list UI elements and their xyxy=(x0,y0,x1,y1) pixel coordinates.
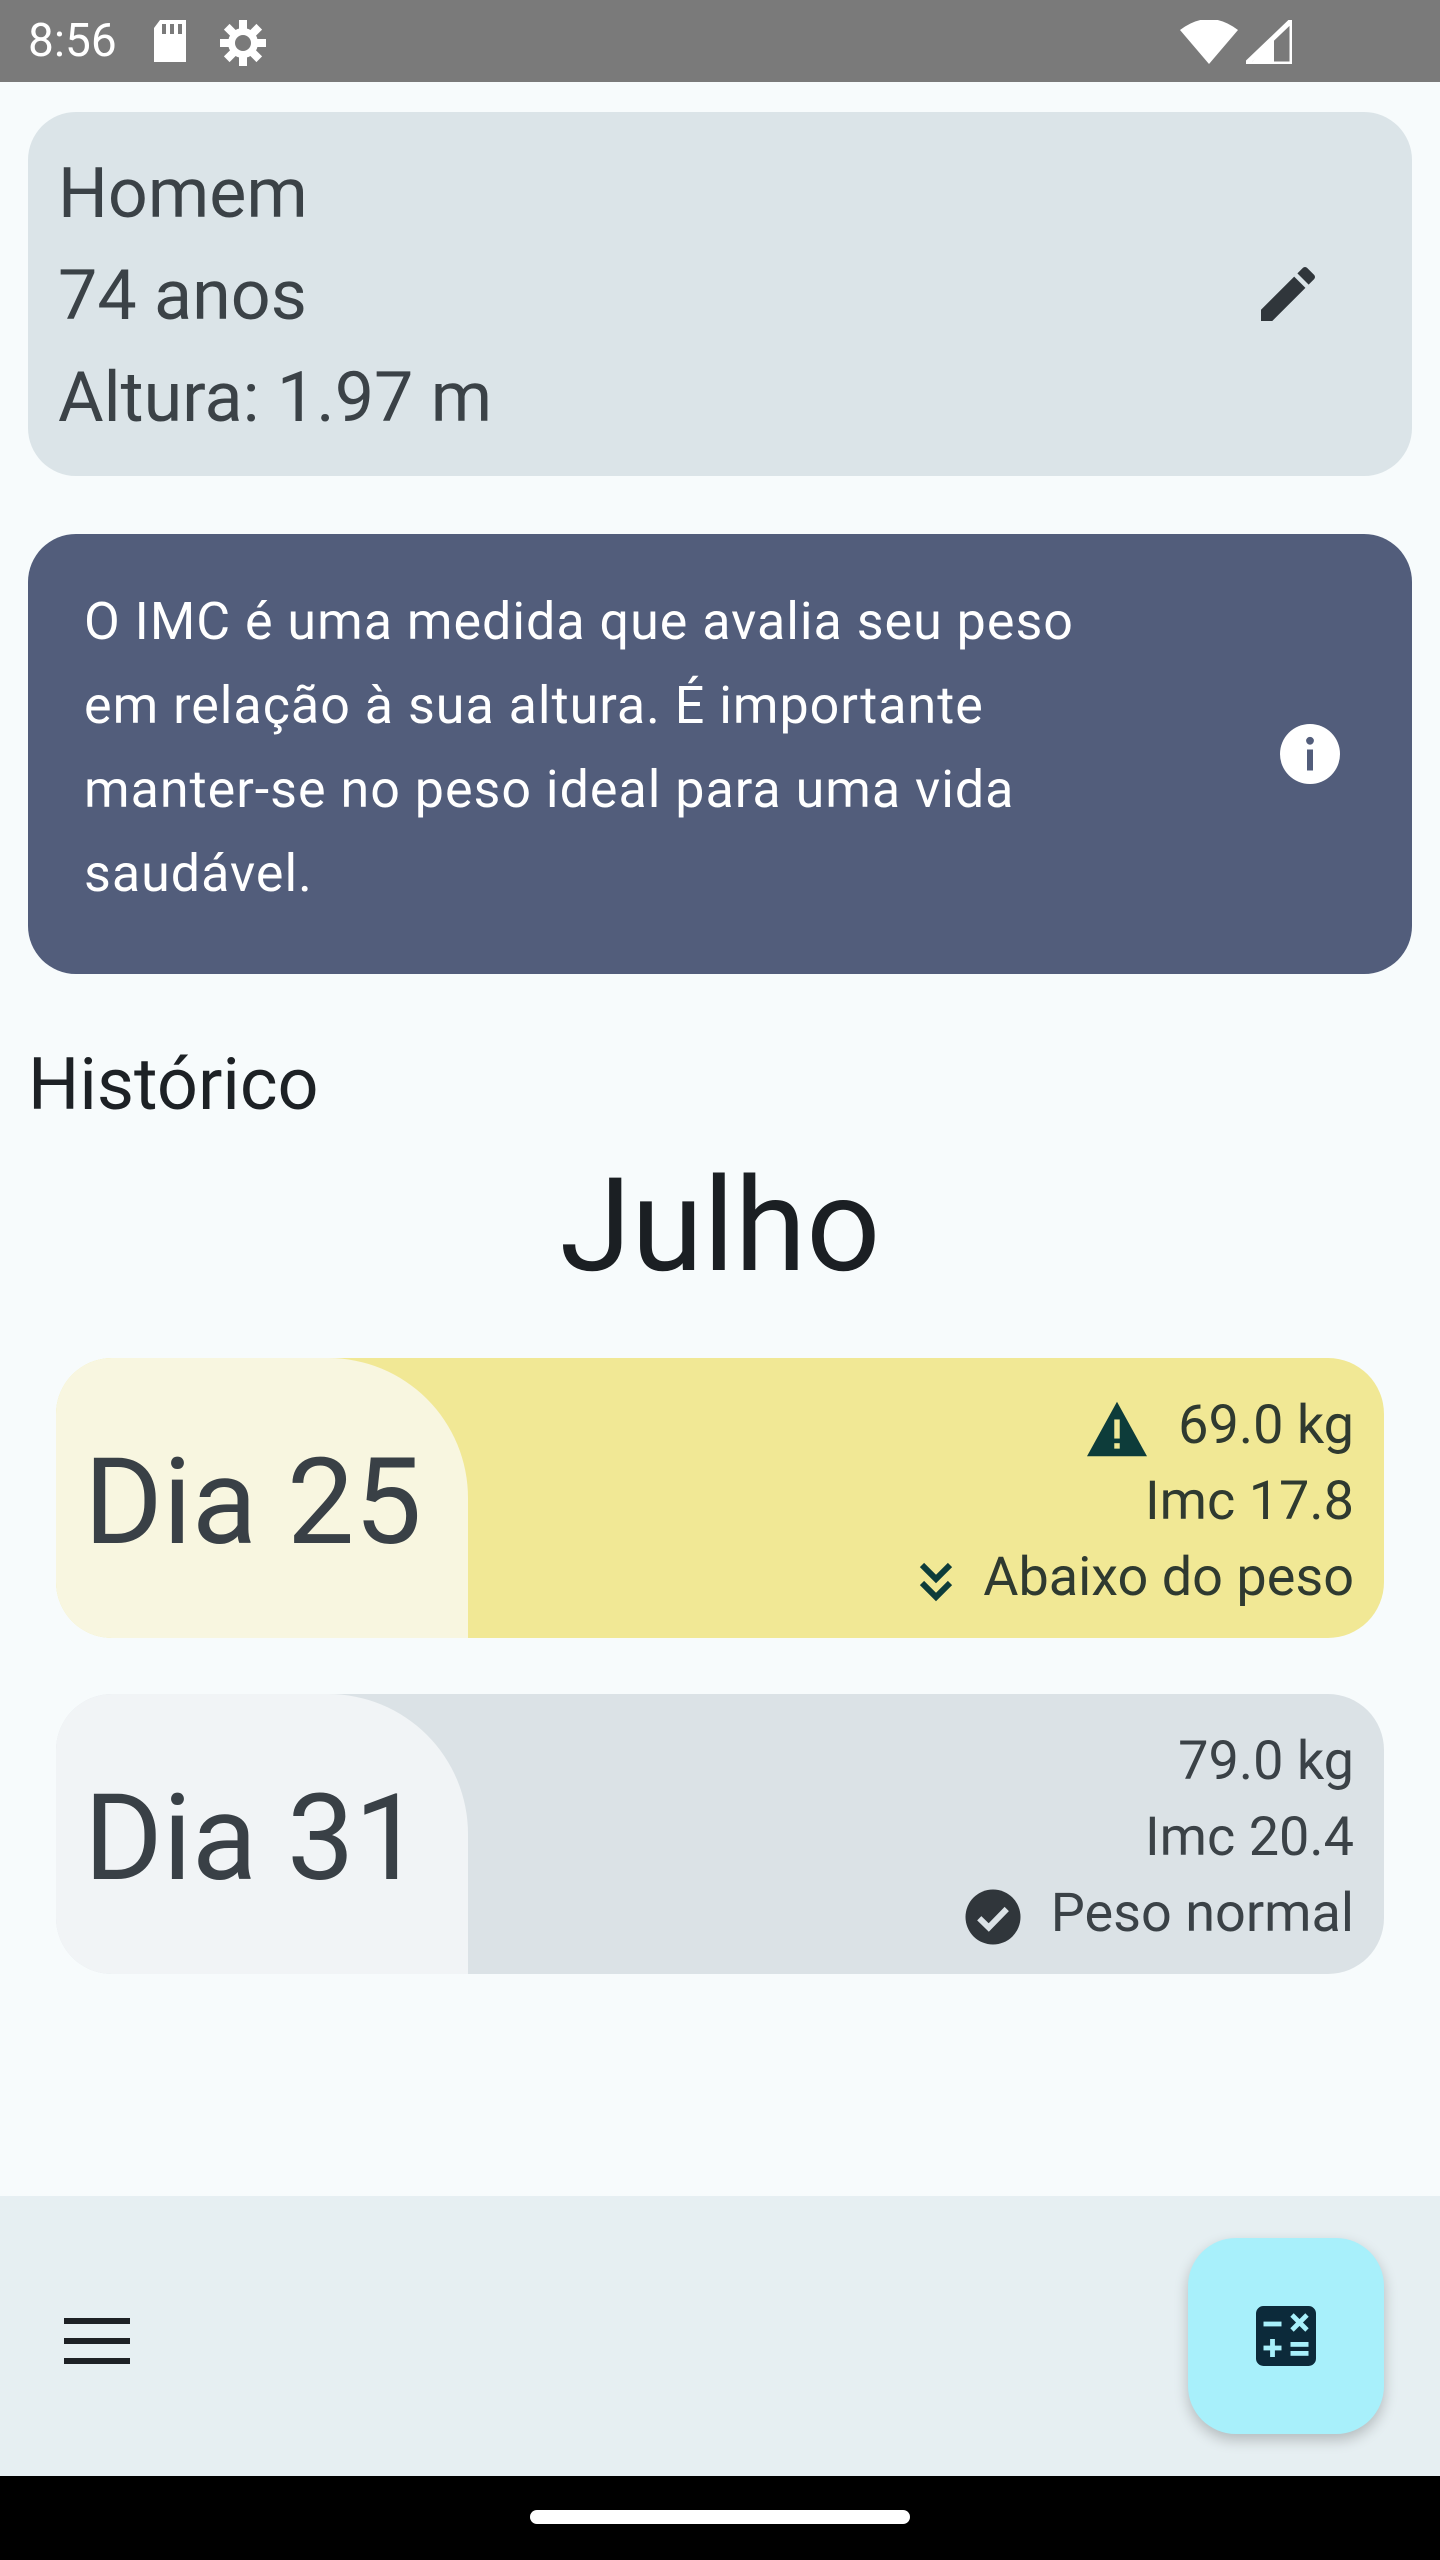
check-circle-icon xyxy=(963,1882,1050,1945)
signal-icon xyxy=(1239,14,1295,68)
history-entry-day-31[interactable]: Dia 31 79.0 kg Imc 20.4 Peso normal xyxy=(56,1694,1384,1974)
status-bar: 8:56 xyxy=(0,0,1440,82)
sd-card-icon xyxy=(150,18,190,68)
wifi-icon xyxy=(1180,19,1238,68)
history-status-line: Peso normal xyxy=(963,1876,1354,1952)
imc-info-card: O IMC é uma medida que avalia seu peso e… xyxy=(28,534,1412,974)
profile-height: Altura: 1.97 m xyxy=(58,357,493,439)
home-gesture-handle[interactable] xyxy=(530,2510,910,2524)
history-imc: Imc 17.8 xyxy=(1145,1470,1354,1533)
history-day-panel: Dia 31 xyxy=(56,1694,468,1974)
menu-button[interactable] xyxy=(64,2316,132,2366)
history-imc: Imc 20.4 xyxy=(1145,1806,1354,1869)
system-nav-bar xyxy=(0,2476,1440,2560)
history-weight: 79.0 kg xyxy=(1178,1730,1354,1793)
history-weight: 69.0 kg xyxy=(1178,1394,1354,1457)
profile-sex: Homem xyxy=(58,153,308,235)
bottom-app-bar xyxy=(0,2196,1440,2476)
settings-gear-icon xyxy=(218,18,268,72)
month-title: Julho xyxy=(559,1149,881,1302)
history-title: Histórico xyxy=(28,1042,319,1127)
history-day: Dia 31 xyxy=(84,1769,422,1909)
hamburger-menu-icon xyxy=(64,2318,132,2370)
history-status: Abaixo do peso xyxy=(983,1546,1354,1609)
double-chevron-down-icon xyxy=(916,1546,983,1609)
history-entry-day-25[interactable]: Dia 25 69.0 kg Imc 17.8 Abaixo do peso xyxy=(56,1358,1384,1638)
history-values: 79.0 kg Imc 20.4 Peso normal xyxy=(963,1724,1354,1952)
info-icon[interactable] xyxy=(1274,718,1346,790)
history-weight-line: 69.0 kg xyxy=(916,1388,1354,1464)
history-status: Peso normal xyxy=(1050,1882,1354,1945)
profile-age: 74 anos xyxy=(58,255,307,337)
history-values: 69.0 kg Imc 17.8 Abaixo do peso xyxy=(916,1388,1354,1616)
warning-triangle-icon xyxy=(1083,1394,1178,1457)
status-time: 8:56 xyxy=(28,14,117,68)
calculate-imc-fab[interactable] xyxy=(1188,2238,1384,2434)
history-status-line: Abaixo do peso xyxy=(916,1540,1354,1616)
edit-profile-button[interactable] xyxy=(1252,258,1324,330)
history-day: Dia 25 xyxy=(84,1433,422,1573)
pencil-icon xyxy=(1252,266,1324,334)
profile-card[interactable]: Homem 74 anos Altura: 1.97 m xyxy=(28,112,1412,476)
history-day-panel: Dia 25 xyxy=(56,1358,468,1638)
imc-info-text: O IMC é uma medida que avalia seu peso e… xyxy=(84,591,1074,904)
